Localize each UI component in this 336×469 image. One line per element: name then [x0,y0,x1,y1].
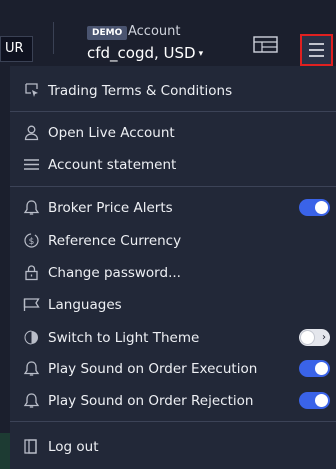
menu-item-log-out[interactable]: Log out [10,430,336,463]
menu-item-label: Trading Terms & Conditions [48,82,233,99]
bell-icon [23,392,40,409]
currency-tab[interactable]: UR [0,36,33,62]
toggle-knob [301,331,314,344]
menu-item-sound-order-execution[interactable]: Play Sound on Order Execution [10,352,336,385]
menu-divider [10,111,336,112]
account-name: cfd_cogd, USD [87,44,196,62]
menu-item-open-live-account[interactable]: Open Live Account [10,116,336,149]
bell-icon [23,360,40,377]
list-lines-icon [23,156,40,173]
menu-item-broker-price-alerts[interactable]: Broker Price Alerts [10,191,336,224]
background-panel-strip [0,433,10,469]
menu-item-label: Languages [48,296,122,313]
sound-order-execution-toggle[interactable] [299,360,330,377]
clipboard-cursor-icon [23,82,40,99]
chevron-down-icon: ▾ [198,49,204,59]
menu-item-sound-order-rejection[interactable]: Play Sound on Order Rejection [10,384,336,417]
svg-text:$: $ [29,237,35,247]
menu-item-label: Play Sound on Order Rejection [48,392,254,409]
menu-item-label: Play Sound on Order Execution [48,360,258,377]
menu-item-label: Reference Currency [48,232,182,249]
toggle-knob [315,362,328,375]
menu-item-label: Switch to Light Theme [48,329,200,346]
lock-icon [23,264,40,281]
account-selector[interactable]: cfd_cogd, USD ▾ [87,42,203,65]
user-icon [23,124,40,141]
top-bar: UR DEMO Account cfd_cogd, USD ▾ [0,0,336,66]
menu-divider [10,186,336,187]
menu-item-languages[interactable]: Languages [10,288,336,321]
hamburger-icon [309,43,324,57]
menu-item-account-statement[interactable]: Account statement [10,148,336,181]
hamburger-menu-button[interactable] [300,34,333,66]
menu-item-label: Open Live Account [48,124,175,141]
menu-item-change-password[interactable]: Change password... [10,256,336,289]
settings-menu: Trading Terms & Conditions Open Live Acc… [10,66,336,469]
flag-icon [23,296,40,313]
theme-icon [23,329,40,346]
menu-item-label: Change password... [48,264,181,281]
broker-price-alerts-toggle[interactable] [299,199,330,216]
bell-icon [23,199,40,216]
menu-item-label: Log out [48,438,99,455]
menu-item-label: Account statement [48,156,177,173]
menu-item-switch-theme[interactable]: Switch to Light Theme › [10,321,336,354]
layout-icon [253,36,278,53]
light-theme-toggle[interactable]: › [299,329,330,346]
currency-cycle-icon: $ [23,232,40,249]
menu-item-label: Broker Price Alerts [48,199,173,216]
toggle-knob [315,394,328,407]
menu-divider [10,421,336,422]
menu-item-trading-terms[interactable]: Trading Terms & Conditions [10,74,336,107]
logout-icon [23,438,40,455]
demo-badge: DEMO [87,26,128,40]
sound-order-rejection-toggle[interactable] [299,392,330,409]
menu-item-reference-currency[interactable]: $ Reference Currency [10,224,336,257]
layout-button[interactable] [253,36,278,53]
header-divider [53,22,54,54]
toggle-knob [315,201,328,214]
account-label: Account [128,24,181,39]
chevron-right-icon: › [322,332,326,343]
